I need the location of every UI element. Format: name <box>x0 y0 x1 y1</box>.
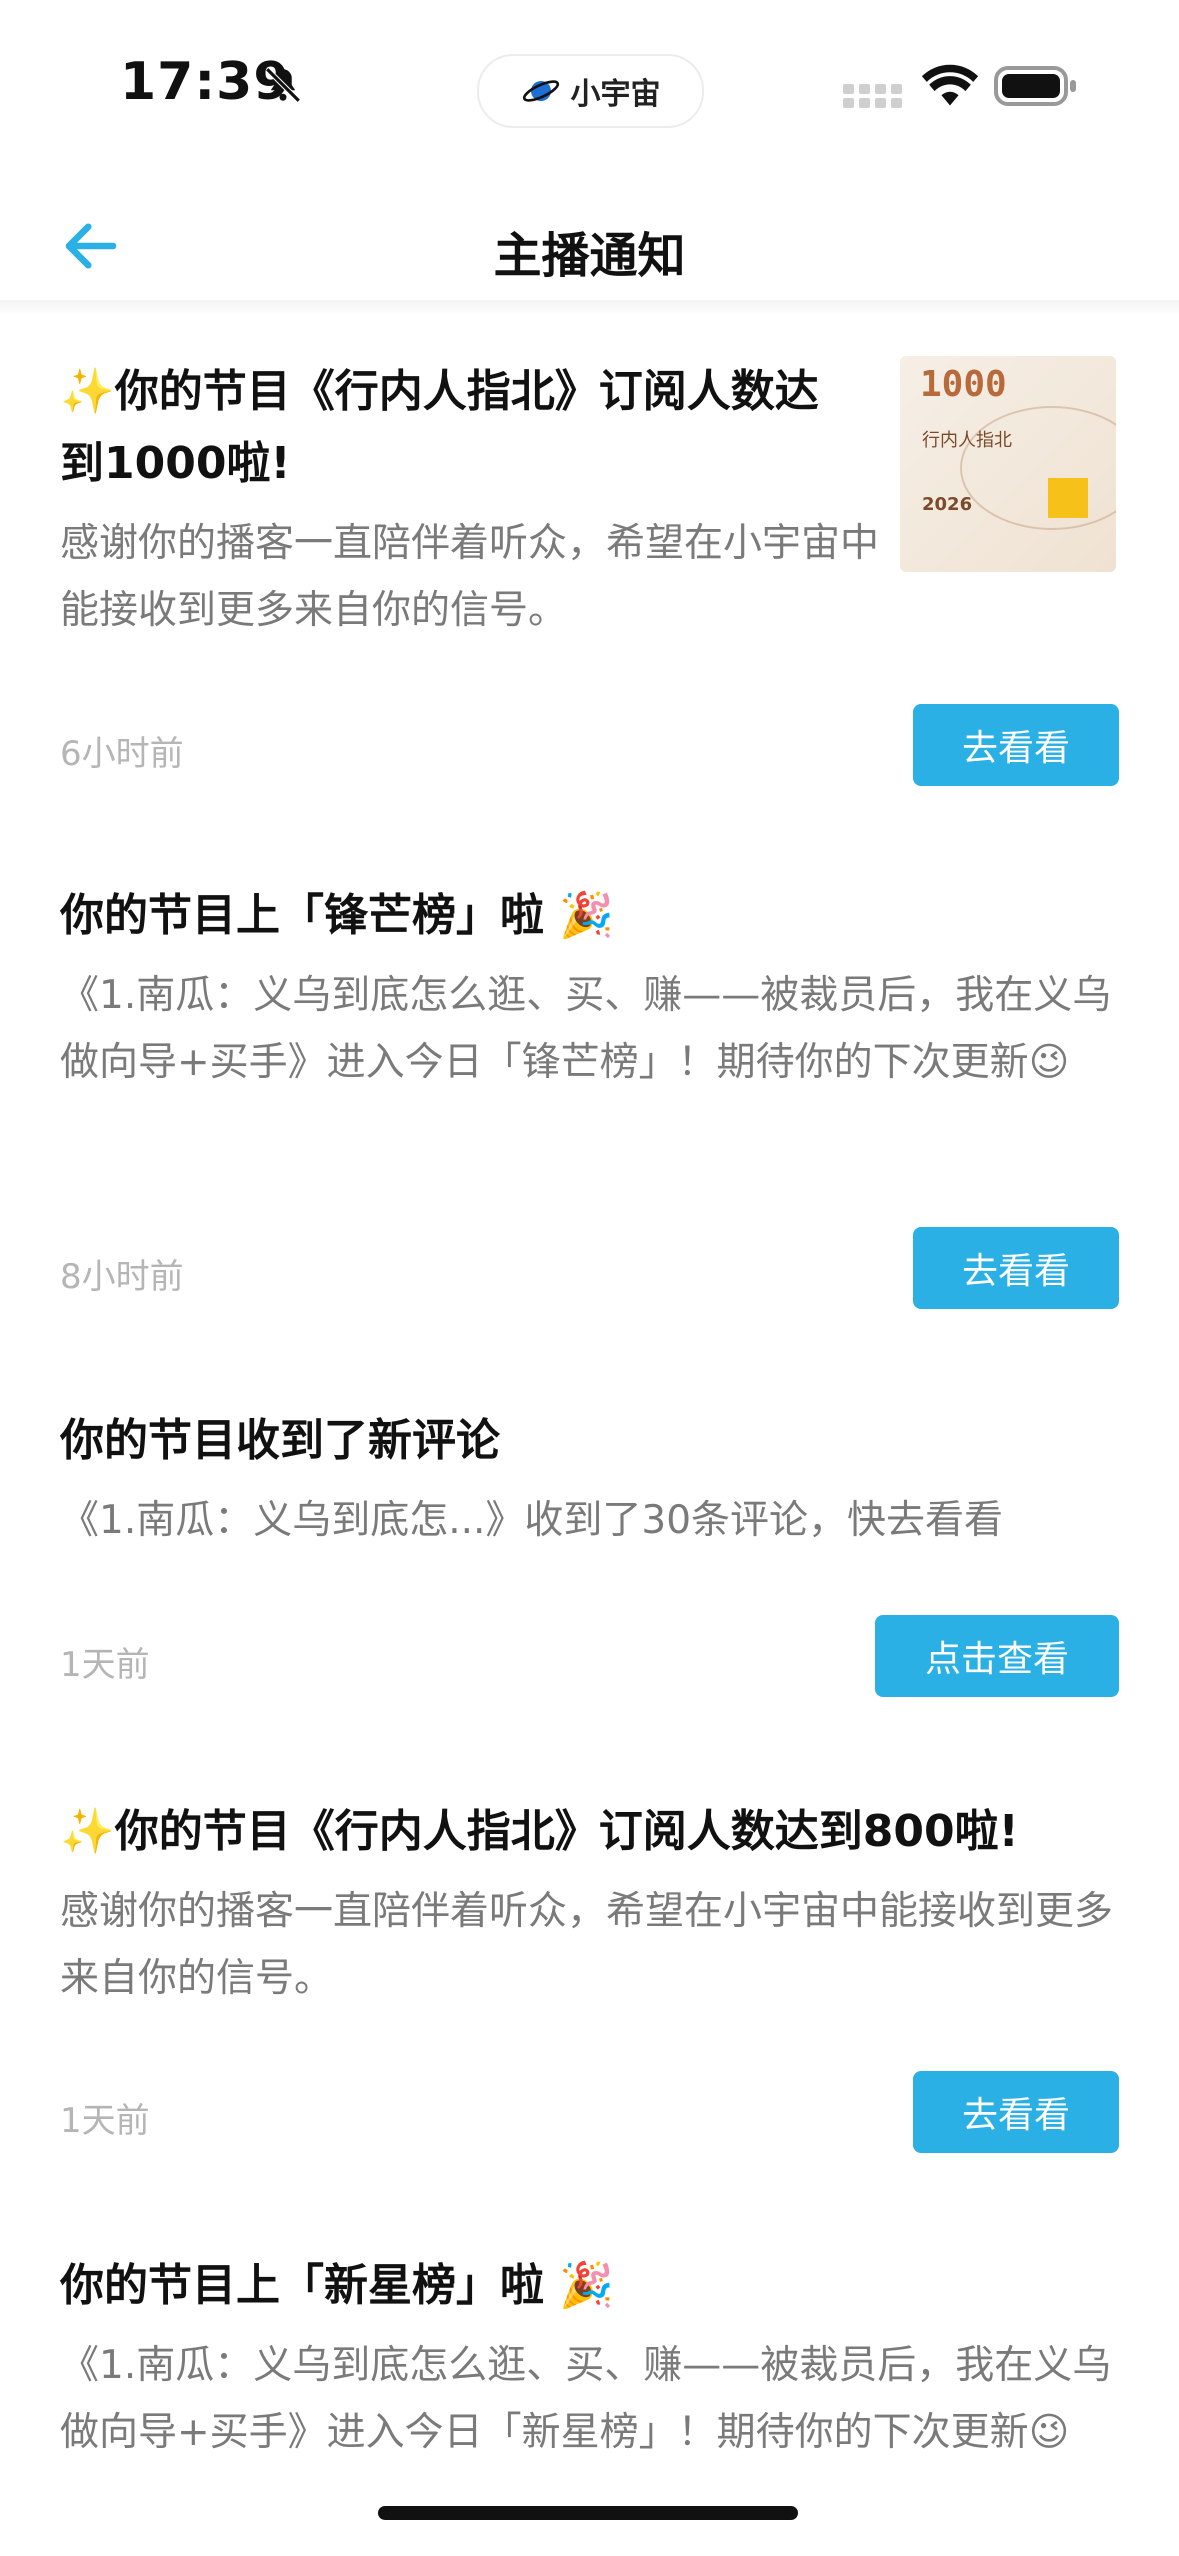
status-bar: 17:39 小宇宙 <box>0 0 1179 150</box>
signal-icon <box>843 84 902 108</box>
notification-item[interactable]: ✨你的节目《行内人指北》订阅人数达到800啦! 感谢你的播客一直陪伴着听众，希望… <box>60 1796 1119 2012</box>
nav-bar: 主播通知 <box>0 180 1179 310</box>
notification-title: 你的节目上「锋芒榜」啦 🎉 <box>60 890 615 941</box>
home-indicator[interactable] <box>378 2506 798 2520</box>
notification-body: 《1.南瓜：义乌到底怎...》收到了30条评论，快去看看 <box>60 1498 1004 1543</box>
notification-footer: 8小时前 去看看 <box>60 1227 1119 1311</box>
notification-footer: 1天前 去看看 <box>60 2071 1119 2155</box>
thumbnail-decoration <box>960 406 1116 530</box>
battery-icon <box>994 66 1076 106</box>
notification-item[interactable]: 你的节目上「新星榜」啦 🎉 《1.南瓜：义乌到底怎么逛、买、赚——被裁员后，我在… <box>60 2250 1119 2466</box>
notification-item[interactable]: 你的节目收到了新评论 《1.南瓜：义乌到底怎...》收到了30条评论，快去看看 <box>60 1405 1119 1554</box>
thumbnail-show-name: 行内人指北 <box>922 430 1012 451</box>
header-divider <box>0 300 1179 316</box>
notification-title: 你的节目上「新星榜」啦 🎉 <box>60 2260 615 2311</box>
notification-time: 8小时前 <box>60 1257 184 1297</box>
notification-body: 感谢你的播客一直陪伴着听众，希望在小宇宙中能接收到更多来自你的信号。 <box>60 1889 1114 2001</box>
thumbnail-year: 2026 <box>922 494 973 515</box>
notification-time: 6小时前 <box>60 734 184 774</box>
notification-body: 《1.南瓜：义乌到底怎么逛、买、赚——被裁员后，我在义乌做向导+买手》进入今日「… <box>60 973 1112 1085</box>
notification-title: ✨你的节目《行内人指北》订阅人数达到800啦! <box>60 1806 1019 1857</box>
view-button[interactable]: 点击查看 <box>875 1615 1119 1697</box>
wifi-icon <box>921 64 979 106</box>
go-see-button[interactable]: 去看看 <box>913 1227 1119 1309</box>
go-see-button[interactable]: 去看看 <box>913 704 1119 786</box>
app-indicator-pill[interactable]: 小宇宙 <box>477 54 704 128</box>
notification-footer: 1天前 点击查看 <box>60 1615 1119 1699</box>
notification-item[interactable]: 你的节目上「锋芒榜」啦 🎉 《1.南瓜：义乌到底怎么逛、买、赚——被裁员后，我在… <box>60 880 1119 1096</box>
notification-body: 感谢你的播客一直陪伴着听众，希望在小宇宙中能接收到更多来自你的信号。 <box>60 521 880 633</box>
thumbnail-number: 1000 <box>920 364 1007 405</box>
app-name: 小宇宙 <box>570 77 661 112</box>
go-see-button[interactable]: 去看看 <box>913 2071 1119 2153</box>
podcast-logo <box>1048 478 1088 518</box>
page-title: 主播通知 <box>493 228 686 284</box>
planet-icon <box>522 80 559 102</box>
notification-time: 1天前 <box>60 2101 150 2141</box>
notification-time: 1天前 <box>60 1645 150 1685</box>
bell-muted-icon <box>265 67 301 103</box>
notification-title: ✨你的节目《行内人指北》订阅人数达到1000啦! <box>60 366 819 489</box>
notification-thumbnail[interactable]: 1000 行内人指北 2026 <box>900 356 1116 572</box>
notification-footer: 6小时前 去看看 <box>60 704 1119 788</box>
notification-body: 《1.南瓜：义乌到底怎么逛、买、赚——被裁员后，我在义乌做向导+买手》进入今日「… <box>60 2343 1112 2455</box>
notification-title: 你的节目收到了新评论 <box>60 1415 500 1466</box>
